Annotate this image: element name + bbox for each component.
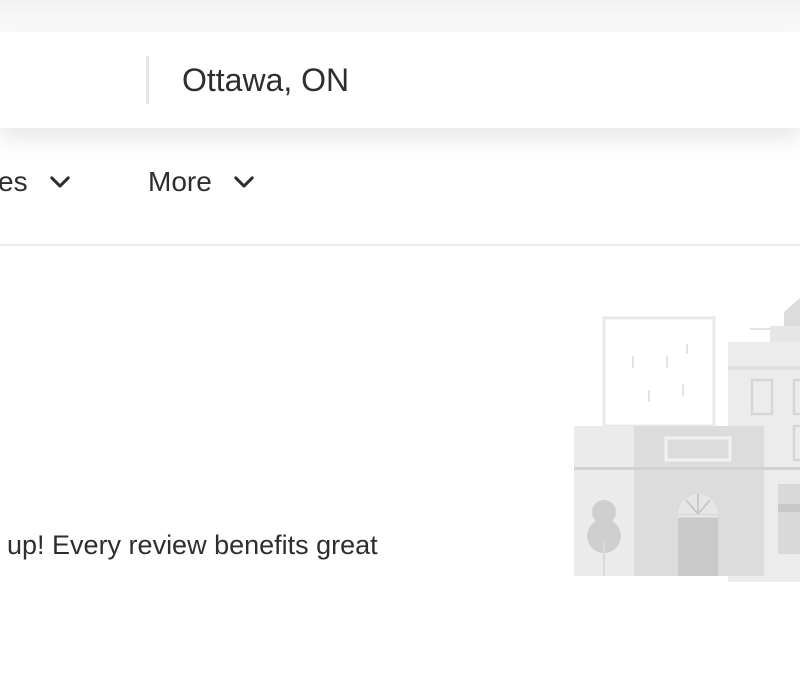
header-shade (0, 0, 800, 32)
filter-bar: es More (0, 128, 800, 246)
filter-dropdown-partial[interactable]: es (0, 164, 74, 200)
intro-text: t up! Every review benefits great (0, 530, 378, 560)
more-filter-dropdown[interactable]: More (148, 164, 258, 200)
chevron-down-icon (234, 176, 254, 188)
storefront-illustration (574, 298, 800, 582)
page-heading: ! (0, 348, 1, 391)
page: es More ! t up! Every review benefits gr… (0, 0, 800, 692)
search-divider (146, 56, 149, 104)
filter-dropdown-label: es (0, 166, 28, 197)
chevron-down-icon (49, 176, 70, 188)
location-input[interactable] (182, 58, 742, 102)
more-filter-label: More (148, 166, 212, 197)
search-bar (0, 32, 800, 128)
